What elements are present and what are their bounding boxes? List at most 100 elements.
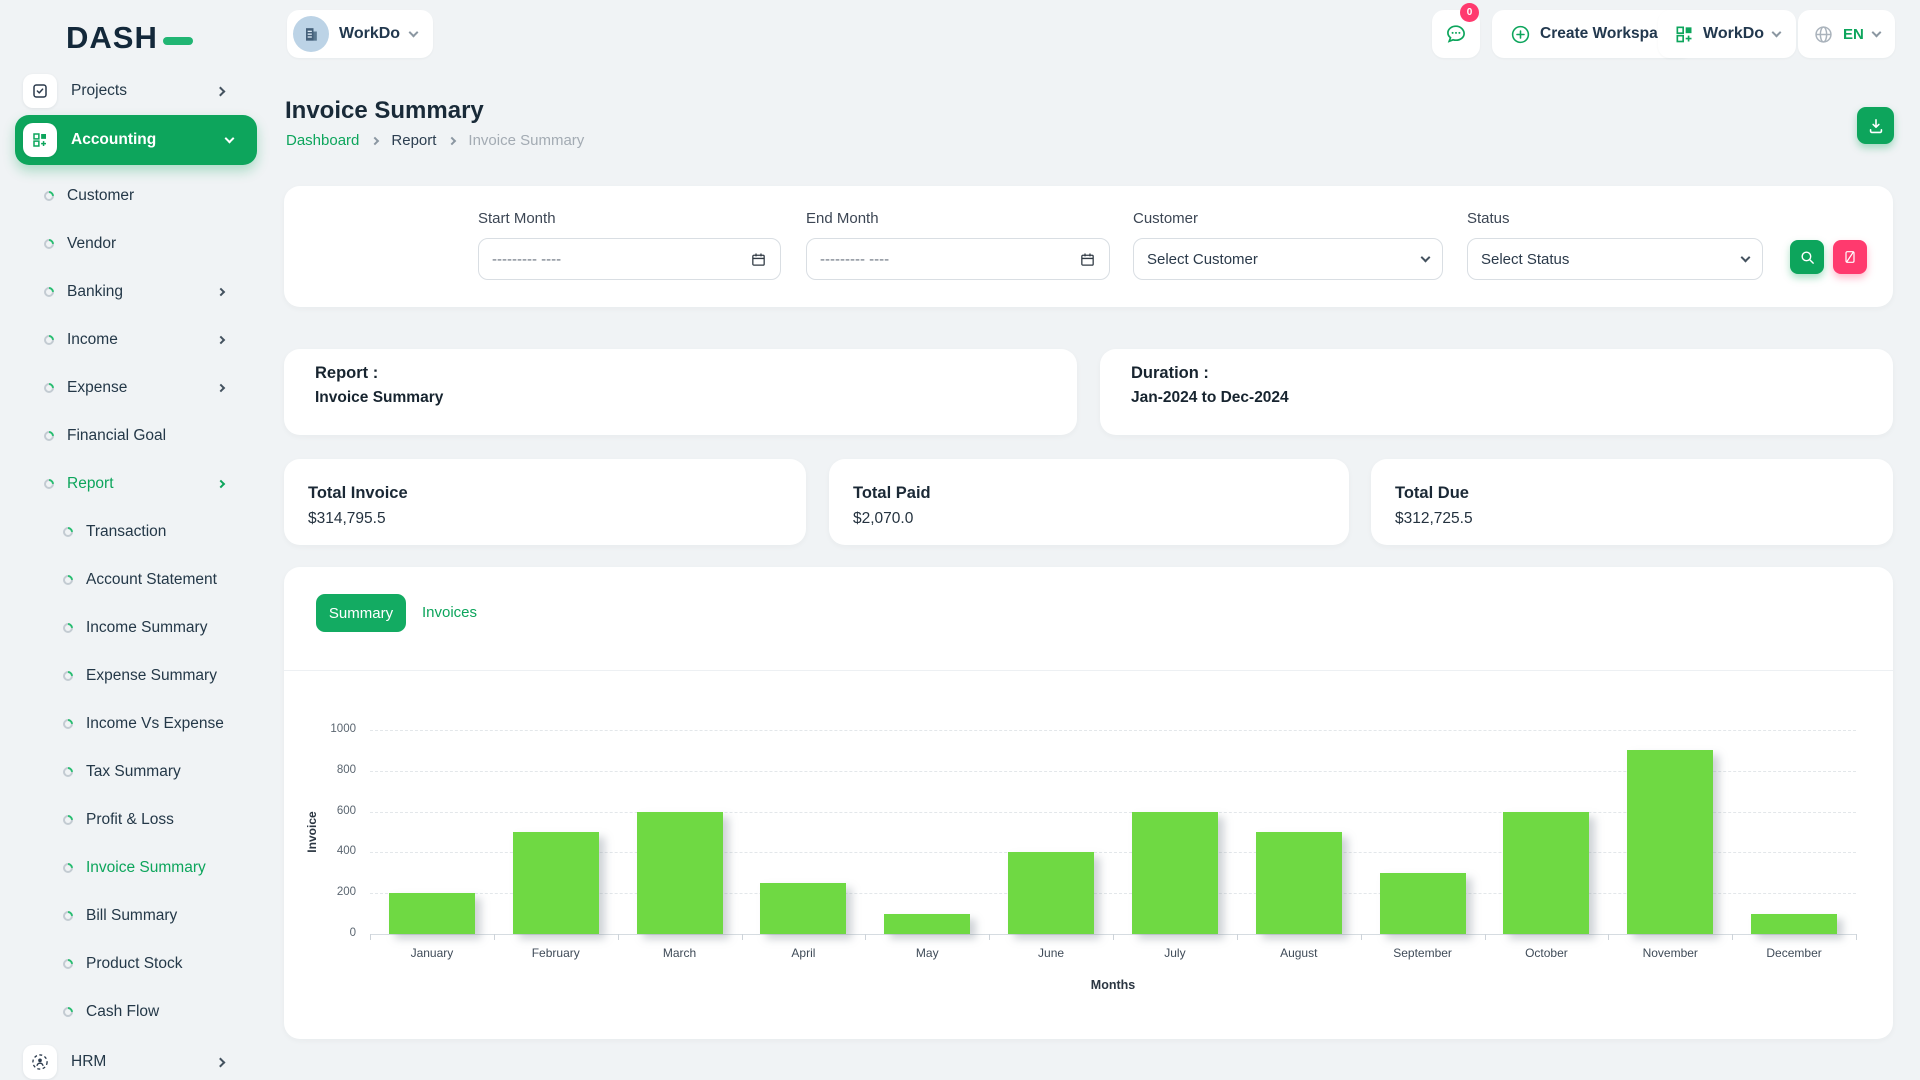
end-month-input[interactable]: --------- ---- xyxy=(806,238,1110,280)
sidebar-item-income[interactable]: Income xyxy=(0,316,262,364)
accounting-icon xyxy=(23,123,57,157)
sidebar-item-invoice-summary[interactable]: Invoice Summary xyxy=(0,844,262,892)
sidebar-item-banking[interactable]: Banking xyxy=(0,268,262,316)
grid-plus-icon xyxy=(31,131,49,149)
sidebar-item-report[interactable]: Report xyxy=(0,460,262,508)
x-tick-label: July xyxy=(1113,946,1237,960)
calendar-icon xyxy=(750,251,767,268)
sidebar-item-expense-summary[interactable]: Expense Summary xyxy=(0,652,262,700)
bar-march xyxy=(637,812,723,934)
chevron-right-icon xyxy=(217,288,225,296)
bullet-icon xyxy=(61,621,75,635)
x-tick-label: September xyxy=(1361,946,1485,960)
tab-summary[interactable]: Summary xyxy=(316,594,406,632)
bullet-icon xyxy=(42,381,56,395)
sidebar-item-label: Income Summary xyxy=(86,619,262,637)
total-invoice-card: Total Invoice $314,795.5 xyxy=(284,459,806,545)
download-button[interactable] xyxy=(1857,107,1894,144)
sidebar-item-label: Tax Summary xyxy=(86,763,262,781)
app-root: DASH WorkDo 0 Create Workspa xyxy=(0,0,1920,1080)
y-tick-label: 1000 xyxy=(304,723,356,735)
gridline xyxy=(370,730,1856,731)
sidebar-item-profit-loss[interactable]: Profit & Loss xyxy=(0,796,262,844)
breadcrumb-dashboard[interactable]: Dashboard xyxy=(286,132,359,149)
bar-january xyxy=(389,893,475,934)
filter-card: Start Month --------- ---- End Month ---… xyxy=(284,186,1893,307)
x-axis-tick xyxy=(1237,934,1238,940)
chevron-down-icon xyxy=(1772,28,1782,38)
sidebar-item-income-vs-expense[interactable]: Income Vs Expense xyxy=(0,700,262,748)
sidebar-item-label: Banking xyxy=(67,283,218,301)
bullet-icon xyxy=(61,669,75,683)
x-axis-tick xyxy=(618,934,619,940)
bar-june xyxy=(1008,852,1094,934)
bar-february xyxy=(513,832,599,934)
duration-info-card: Duration : Jan-2024 to Dec-2024 xyxy=(1100,349,1893,435)
bar-october xyxy=(1503,812,1589,934)
calendar-icon xyxy=(1079,251,1096,268)
sidebar-item-label: Profit & Loss xyxy=(86,811,262,829)
report-label: Report : xyxy=(315,364,378,383)
customer-label: Customer xyxy=(1133,210,1198,227)
x-axis-tick xyxy=(370,934,371,940)
sidebar-item-customer[interactable]: Customer xyxy=(0,172,262,220)
breadcrumb-report[interactable]: Report xyxy=(391,132,436,149)
bar-july xyxy=(1132,812,1218,934)
sidebar-item-vendor[interactable]: Vendor xyxy=(0,220,262,268)
chevron-down-icon xyxy=(1421,253,1431,263)
reset-filter-button[interactable] xyxy=(1833,240,1867,274)
tab-invoices[interactable]: Invoices xyxy=(422,604,477,621)
language-selector[interactable]: EN xyxy=(1798,10,1895,58)
sidebar-item-transaction[interactable]: Transaction xyxy=(0,508,262,556)
bullet-icon xyxy=(61,573,75,587)
x-axis-title: Months xyxy=(370,978,1856,992)
bullet-icon xyxy=(61,717,75,731)
duration-value: Jan-2024 to Dec-2024 xyxy=(1131,389,1289,407)
sidebar-item-expense[interactable]: Expense xyxy=(0,364,262,412)
workspace-selector[interactable]: WorkDo xyxy=(287,10,433,58)
y-tick-label: 800 xyxy=(304,764,356,776)
sidebar-item-income-summary[interactable]: Income Summary xyxy=(0,604,262,652)
sidebar-item-account-statement[interactable]: Account Statement xyxy=(0,556,262,604)
sidebar-item-label: Financial Goal xyxy=(67,427,262,445)
language-code: EN xyxy=(1843,26,1864,43)
x-tick-label: October xyxy=(1485,946,1609,960)
customer-select-value: Select Customer xyxy=(1147,251,1422,268)
x-tick-label: April xyxy=(742,946,866,960)
bar-december xyxy=(1751,914,1837,934)
messages-count-badge: 0 xyxy=(1460,3,1479,22)
total-paid-card: Total Paid $2,070.0 xyxy=(829,459,1349,545)
chevron-right-icon xyxy=(216,86,226,96)
total-paid-label: Total Paid xyxy=(853,484,931,503)
report-info-card: Report : Invoice Summary xyxy=(284,349,1077,435)
sidebar-item-label: Bill Summary xyxy=(86,907,262,925)
bar-august xyxy=(1256,832,1342,934)
globe-icon xyxy=(1813,24,1834,45)
sidebar-item-financial-goal[interactable]: Financial Goal xyxy=(0,412,262,460)
bullet-icon xyxy=(61,765,75,779)
status-select[interactable]: Select Status xyxy=(1467,238,1763,280)
sidebar-item-product-stock[interactable]: Product Stock xyxy=(0,940,262,988)
customer-select[interactable]: Select Customer xyxy=(1133,238,1443,280)
sidebar-item-label: Projects xyxy=(71,82,217,100)
sidebar-item-label: Income xyxy=(67,331,218,349)
reset-icon xyxy=(1842,249,1858,265)
sidebar-item-cash-flow[interactable]: Cash Flow xyxy=(0,988,262,1036)
company-selector[interactable]: WorkDo xyxy=(1658,10,1796,58)
logo-dash-shape xyxy=(163,37,193,45)
sidebar-item-projects[interactable]: Projects xyxy=(0,68,262,114)
breadcrumb-current: Invoice Summary xyxy=(468,132,584,149)
start-month-input[interactable]: --------- ---- xyxy=(478,238,781,280)
bullet-icon xyxy=(42,189,56,203)
y-tick-label: 600 xyxy=(304,805,356,817)
search-button[interactable] xyxy=(1790,240,1824,274)
sidebar-item-bill-summary[interactable]: Bill Summary xyxy=(0,892,262,940)
sidebar-item-accounting[interactable]: Accounting xyxy=(15,115,257,165)
bar-april xyxy=(760,883,846,934)
x-tick-label: May xyxy=(865,946,989,960)
sidebar-item-hrm[interactable]: HRM xyxy=(0,1038,262,1080)
sidebar-item-tax-summary[interactable]: Tax Summary xyxy=(0,748,262,796)
x-axis-tick xyxy=(1485,934,1486,940)
chevron-right-icon xyxy=(371,136,379,144)
building-icon xyxy=(301,24,321,44)
